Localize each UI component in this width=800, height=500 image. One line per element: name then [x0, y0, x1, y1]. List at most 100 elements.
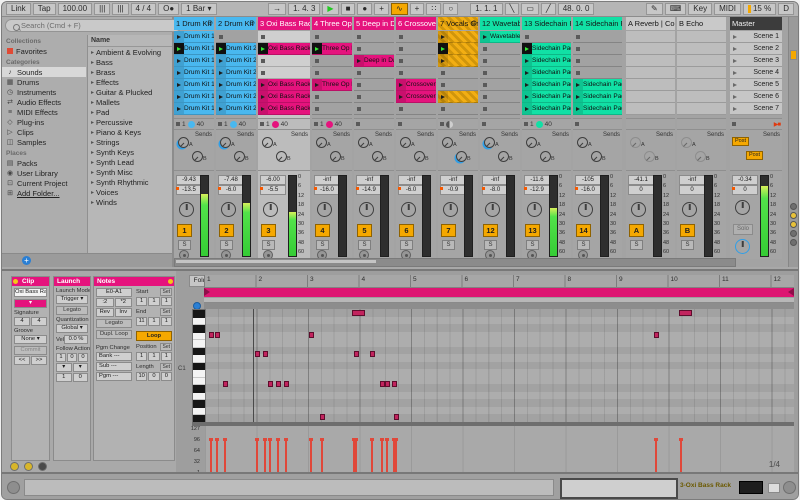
pan-knob[interactable]: [631, 202, 646, 217]
send-a-knob[interactable]: [262, 137, 273, 148]
clip-stop-slot[interactable]: [480, 55, 520, 67]
midi-note[interactable]: [354, 351, 359, 357]
mixer-toggle-3[interactable]: [790, 221, 797, 228]
halve-time-button[interactable]: :2: [96, 298, 114, 307]
clip-cell[interactable]: Drum Kit 2: [216, 91, 256, 103]
pan-knob[interactable]: [359, 202, 374, 217]
pan-knob[interactable]: [578, 202, 593, 217]
volume-field[interactable]: 0: [679, 185, 705, 195]
send-b-knob[interactable]: [414, 151, 425, 162]
browser-item[interactable]: ▸Brass: [88, 67, 172, 77]
end-beats[interactable]: 1: [148, 317, 159, 326]
clip-cell[interactable]: Sidechain Pad: [573, 79, 622, 91]
send-a-knob[interactable]: [577, 137, 588, 148]
velocity-amount-field[interactable]: 0.0 %: [64, 335, 88, 344]
send-a-knob[interactable]: [400, 137, 411, 148]
send-a-knob[interactable]: [358, 137, 369, 148]
peak-level-field[interactable]: -0.34: [732, 175, 758, 185]
modulation-toggle-icon[interactable]: [38, 462, 47, 471]
velocity-stem[interactable]: [269, 440, 271, 474]
pan-knob[interactable]: [735, 200, 750, 215]
track-header[interactable]: 6 Crossover Sy: [396, 17, 436, 30]
clip-stop-slot[interactable]: [258, 55, 310, 67]
scene-row[interactable]: Scene 5: [730, 79, 782, 91]
midi-note[interactable]: [385, 381, 390, 387]
send-a-knob[interactable]: [316, 137, 327, 148]
session-record-button[interactable]: ○: [443, 3, 458, 15]
clip-slot[interactable]: [626, 79, 675, 91]
stop-all-track-icon[interactable]: [260, 122, 264, 126]
overdub-button[interactable]: +: [374, 3, 389, 15]
length-sixteenths[interactable]: 0: [161, 372, 172, 381]
show-hide-detail-icon[interactable]: [7, 481, 20, 494]
clip-stop-slot[interactable]: [354, 103, 394, 115]
midi-note[interactable]: [263, 351, 268, 357]
clip-playing[interactable]: [438, 43, 478, 55]
piano-key[interactable]: [193, 408, 205, 416]
clip-cell[interactable]: Three Op Ba: [312, 79, 352, 91]
invert-button[interactable]: Inv: [115, 308, 133, 317]
peak-level-field[interactable]: -7.48: [218, 175, 244, 185]
send-a-knob[interactable]: [526, 137, 537, 148]
loop-start-field[interactable]: 1. 1. 1: [470, 3, 502, 15]
nudge-down-button[interactable]: |||: [94, 3, 110, 15]
stop-all-track-icon[interactable]: [176, 122, 180, 126]
track-activator-button[interactable]: 3: [261, 224, 276, 237]
volume-field[interactable]: -5.5: [260, 185, 286, 195]
velocity-stem[interactable]: [355, 440, 357, 474]
sidebar-item-packs[interactable]: ▤Packs: [2, 158, 86, 168]
program-selector[interactable]: Pgm ---: [96, 372, 132, 381]
browser-item[interactable]: ▸Percussive: [88, 117, 172, 127]
scene-row[interactable]: Scene 1: [730, 31, 782, 43]
loop-brace[interactable]: [204, 288, 794, 297]
loop-switch-button[interactable]: ▭: [521, 3, 539, 15]
stop-all-track-icon[interactable]: [356, 122, 360, 126]
clip-cell[interactable]: Drum Kit 2: [216, 55, 256, 67]
pan-knob[interactable]: [221, 202, 236, 217]
clip-cell[interactable]: Crossover S: [396, 79, 436, 91]
velocity-stem[interactable]: [277, 440, 279, 474]
clip-stop-slot[interactable]: [573, 43, 622, 55]
clip-slot[interactable]: [626, 91, 675, 103]
browser-item[interactable]: ▸Bass: [88, 57, 172, 67]
sidebar-item-add-folder-[interactable]: ⊞Add Folder...: [2, 188, 86, 198]
nudge-up-button[interactable]: |||: [112, 3, 128, 15]
peak-level-field[interactable]: -41.1: [628, 175, 654, 185]
clip-stop-slot[interactable]: [354, 43, 394, 55]
midi-map-button[interactable]: MIDI: [714, 3, 741, 15]
clip-stop-slot[interactable]: [480, 91, 520, 103]
clip-cell[interactable]: Sidechain Pad: [573, 103, 622, 115]
clip-preview-icon[interactable]: [168, 279, 173, 284]
volume-field[interactable]: 0: [732, 185, 758, 195]
sidebar-item-user-library[interactable]: ◉User Library: [2, 168, 86, 178]
scene-row[interactable]: Scene 7: [730, 103, 782, 115]
clip-stop-slot[interactable]: [312, 67, 352, 79]
clip-slot[interactable]: [677, 103, 726, 115]
piano-key[interactable]: [193, 333, 205, 341]
clip-stop-slot[interactable]: [312, 91, 352, 103]
clip-playing[interactable]: Three Op Ba: [312, 43, 352, 55]
solo-button[interactable]: S: [442, 240, 455, 250]
solo-button[interactable]: S: [220, 240, 233, 250]
record-button[interactable]: ●: [357, 3, 372, 15]
send-a-knob[interactable]: [630, 137, 641, 148]
automation-arm-button[interactable]: ∿: [391, 3, 408, 15]
browser-item[interactable]: ▸Synth Lead: [88, 157, 172, 167]
clip-cell[interactable]: Oxi Bass Rack: [258, 79, 310, 91]
volume-field[interactable]: -16.0: [314, 185, 340, 195]
clip-slot[interactable]: [677, 55, 726, 67]
end-sixteenths[interactable]: 1: [161, 317, 172, 326]
end-set-button[interactable]: Set: [160, 308, 172, 316]
track-header[interactable]: 14 Sidechain Pad: [573, 17, 622, 30]
solo-button[interactable]: S: [577, 240, 590, 250]
track-activator-button[interactable]: 13: [525, 224, 540, 237]
commit-button[interactable]: Commit: [14, 346, 47, 355]
group-icon[interactable]: ⊙: [249, 17, 255, 30]
scene-row[interactable]: Scene 2: [730, 43, 782, 55]
scene-row[interactable]: Scene 4: [730, 67, 782, 79]
stop-all-clips-button[interactable]: ▶■: [774, 121, 780, 128]
clip-name-field[interactable]: Oxi Bass Rack: [14, 288, 47, 297]
piano-key[interactable]: [193, 340, 205, 348]
envelope-box-toggle-icon[interactable]: [24, 462, 33, 471]
piano-key[interactable]: [193, 363, 205, 371]
